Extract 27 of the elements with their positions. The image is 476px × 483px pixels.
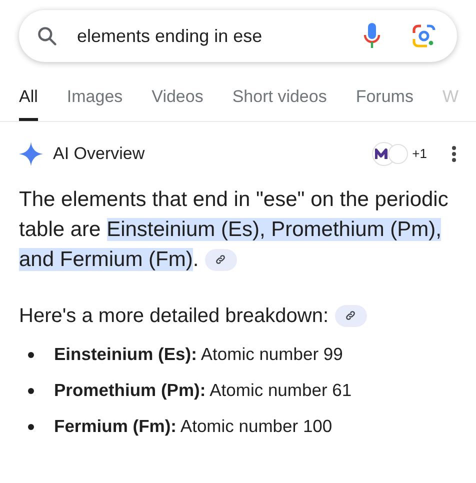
sparkle-icon xyxy=(19,142,43,166)
search-tab[interactable]: All xyxy=(19,84,38,120)
bullet-icon xyxy=(28,424,34,430)
source-count: +1 xyxy=(412,144,427,163)
link-button[interactable] xyxy=(204,248,237,271)
breakdown-item: Einsteinium (Es): Atomic number 99 xyxy=(54,343,343,366)
camera-icon[interactable] xyxy=(411,23,437,49)
source-chip[interactable]: +1 xyxy=(372,142,427,166)
breakdown-item: Promethium (Pm): Atomic number 61 xyxy=(54,379,352,402)
search-tab[interactable]: Forums xyxy=(356,84,414,120)
search-query: elements ending in ese xyxy=(77,24,264,48)
microphone-icon[interactable] xyxy=(363,22,381,50)
breakdown-heading: Here's a more detailed breakdown: xyxy=(19,304,329,328)
search-tab[interactable]: Short videos xyxy=(232,84,327,120)
overview-title: AI Overview xyxy=(53,142,146,165)
more-options-icon[interactable] xyxy=(451,144,457,162)
breakdown-item: Fermium (Fm): Atomic number 100 xyxy=(54,415,332,438)
search-icon xyxy=(36,25,58,47)
search-field[interactable]: elements ending in ese xyxy=(19,10,457,62)
bullet-icon xyxy=(28,388,34,394)
bullet-icon xyxy=(28,352,34,358)
source-avatar-icon xyxy=(388,144,408,164)
link-button[interactable] xyxy=(334,304,367,326)
link-icon xyxy=(215,254,226,266)
search-tab[interactable]: Images xyxy=(66,84,123,120)
search-tab[interactable]: Videos xyxy=(152,84,204,120)
link-icon xyxy=(345,310,356,321)
